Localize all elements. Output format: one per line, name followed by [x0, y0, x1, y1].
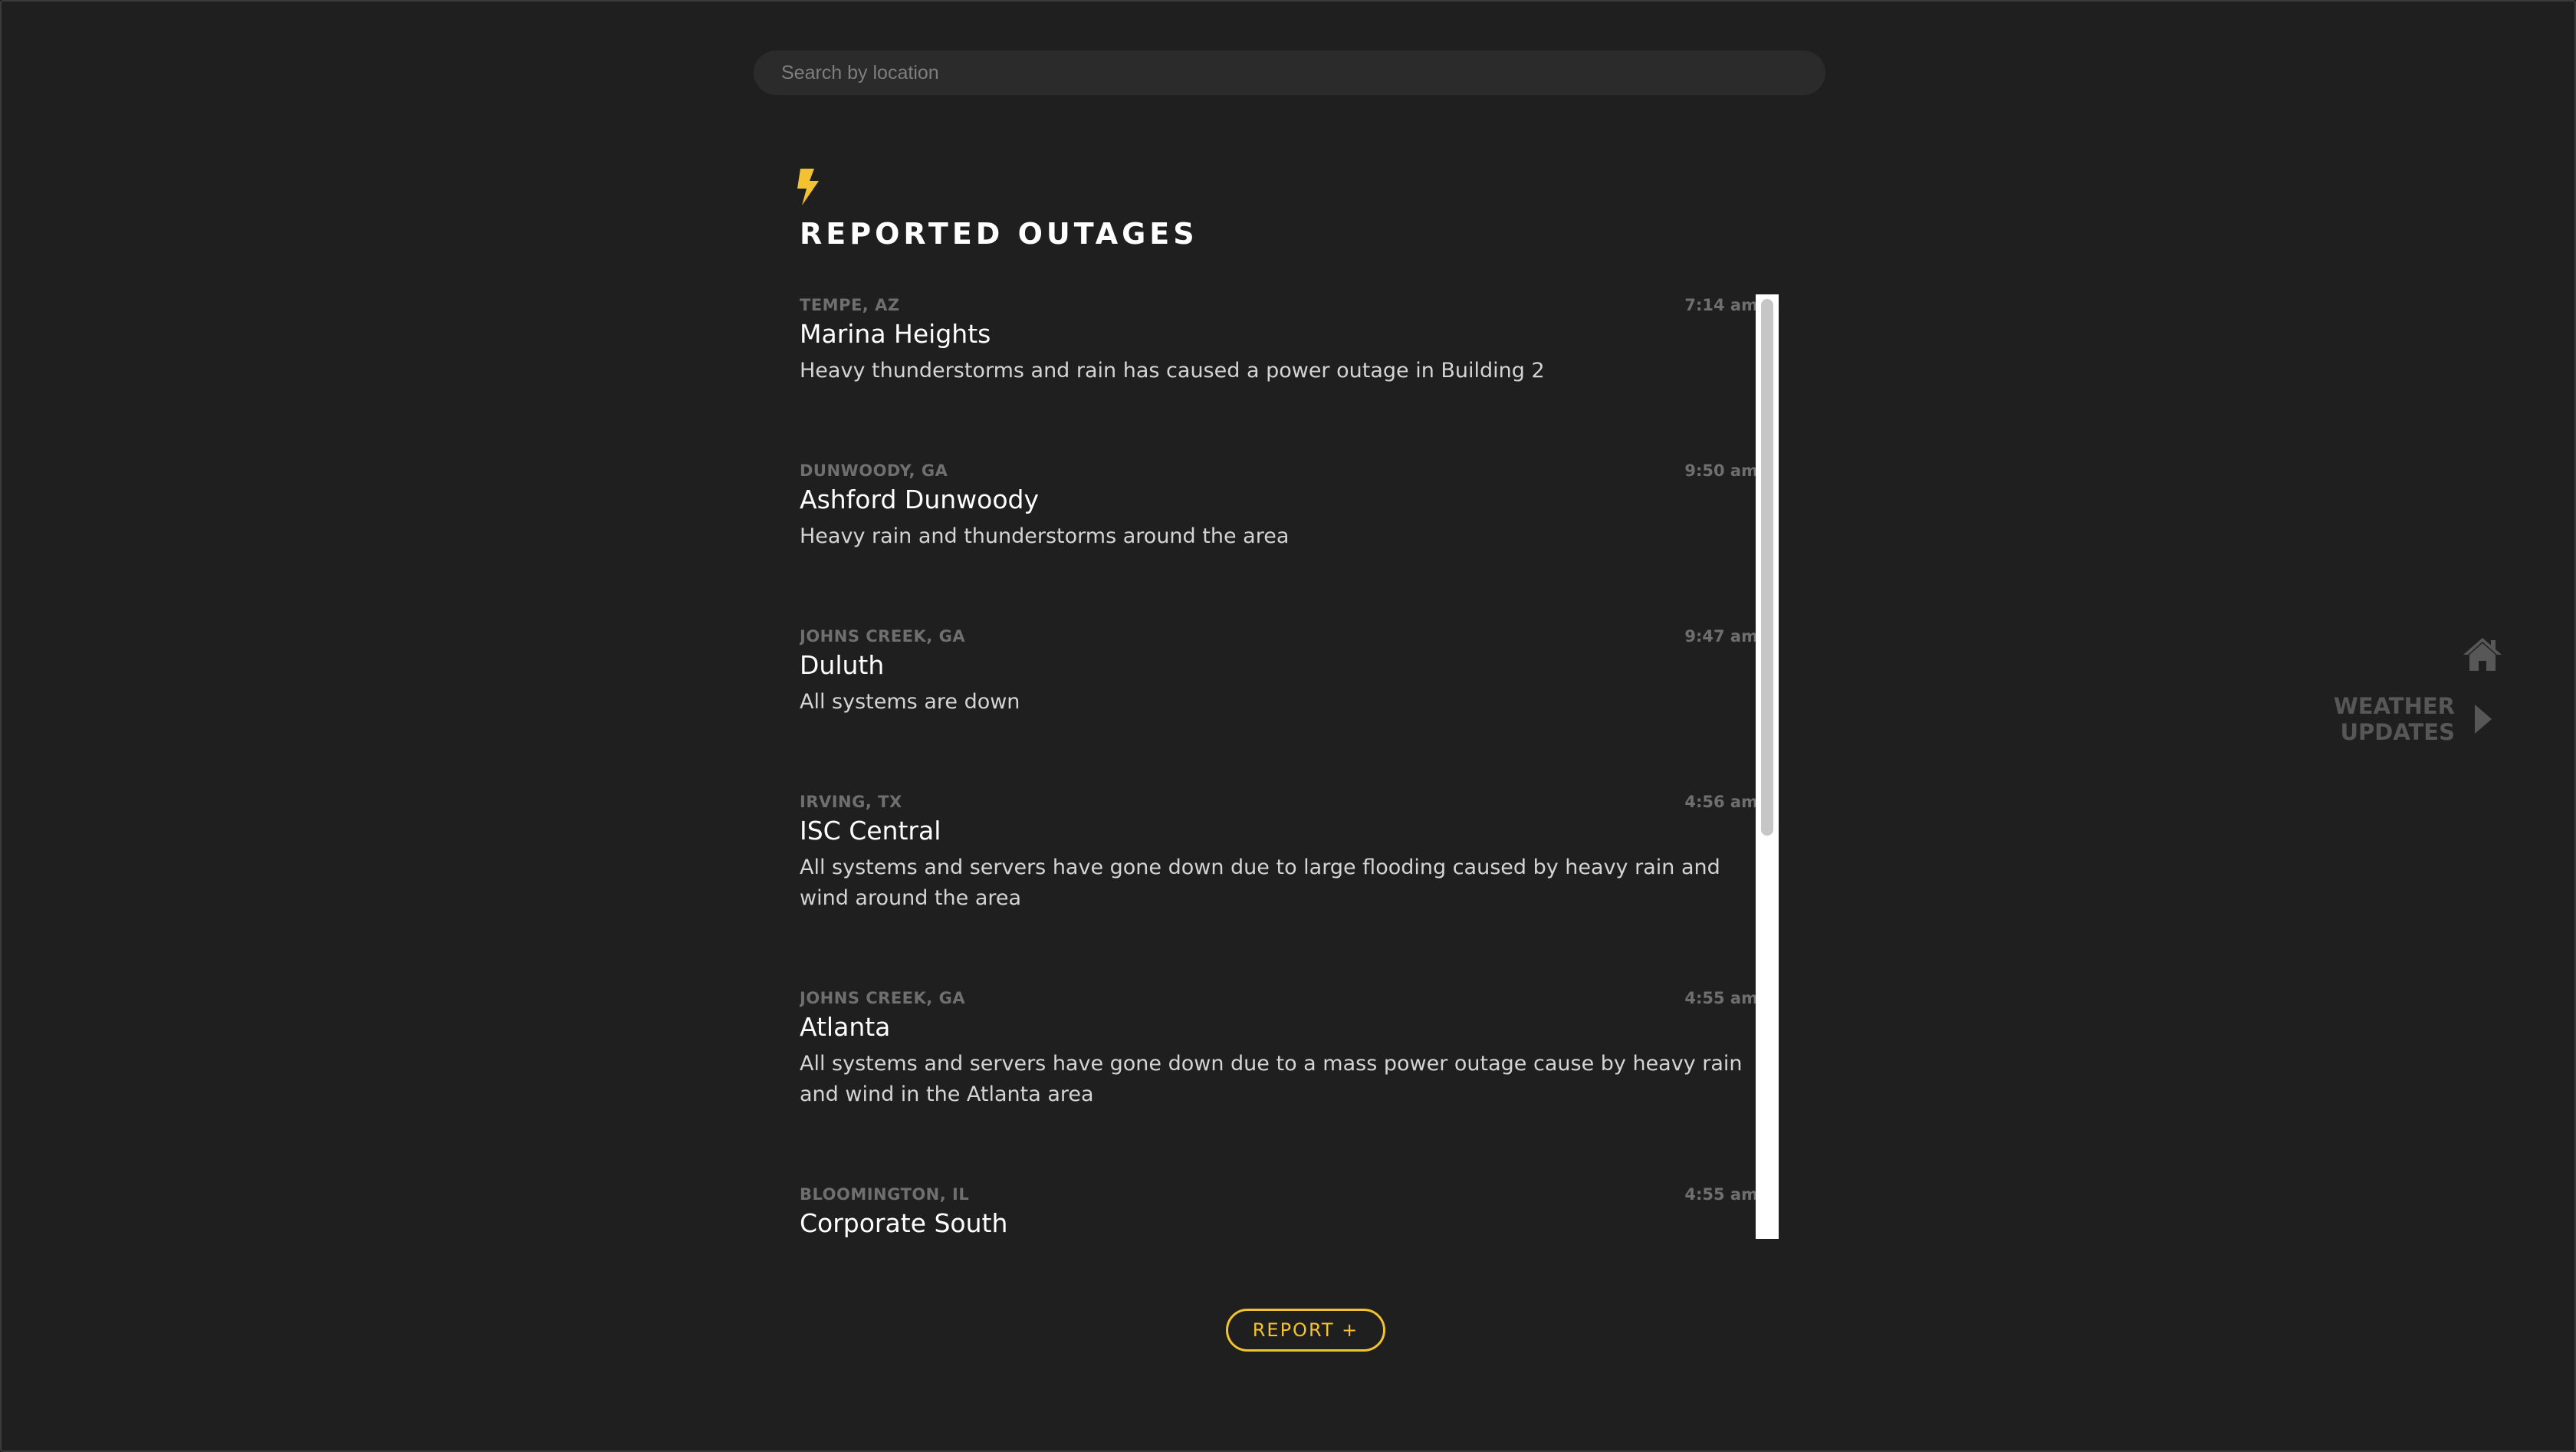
outage-name: Marina Heights	[800, 319, 991, 349]
outage-time: 9:47 am	[1684, 627, 1758, 646]
outage-time: 4:56 am	[1684, 793, 1758, 811]
report-button[interactable]: REPORT +	[1226, 1309, 1385, 1352]
outage-list-container: TEMPE, AZ 7:14 am Marina Heights Heavy t…	[800, 294, 1779, 1239]
outage-name: Duluth	[800, 650, 885, 680]
outage-location: JOHNS CREEK, GA	[800, 627, 966, 646]
page-title: REPORTED OUTAGES	[800, 217, 1198, 251]
outage-name: Atlanta	[800, 1012, 891, 1042]
outage-time: 4:55 am	[1684, 989, 1758, 1007]
scrollbar-thumb[interactable]	[1761, 299, 1773, 836]
home-icon[interactable]	[2463, 636, 2502, 672]
outage-description: All systems are down	[800, 690, 1020, 714]
outage-description: Heavy rain and thunderstorms around the …	[800, 524, 1290, 548]
outage-location: JOHNS CREEK, GA	[800, 989, 966, 1007]
app-frame: REPORTED OUTAGES TEMPE, AZ 7:14 am Marin…	[0, 0, 2576, 1452]
outage-name: Ashford Dunwoody	[800, 485, 1040, 514]
outage-description: Heavy thunderstorms and rain has caused …	[800, 359, 1545, 383]
outage-description: All systems and servers have gone down d…	[800, 1052, 1743, 1106]
outage-time: 4:55 am	[1684, 1185, 1758, 1204]
outage-time: 7:14 am	[1684, 296, 1758, 314]
outage-location: TEMPE, AZ	[800, 296, 900, 314]
outage-list[interactable]: TEMPE, AZ 7:14 am Marina Heights Heavy t…	[800, 294, 1758, 1239]
outage-name: Corporate South	[800, 1208, 1008, 1238]
outage-location: IRVING, TX	[800, 793, 902, 811]
weather-updates-label: WEATHER UPDATES	[2333, 693, 2455, 745]
weather-updates-link[interactable]: WEATHER UPDATES	[2325, 693, 2492, 745]
outage-time: 9:50 am	[1684, 462, 1758, 480]
outage-description: All systems and servers have gone down d…	[800, 856, 1720, 910]
lightning-bolt-icon	[797, 169, 819, 205]
list-scrollbar[interactable]	[1756, 294, 1779, 1239]
outage-location: DUNWOODY, GA	[800, 462, 948, 480]
outage-location: BLOOMINGTON, IL	[800, 1185, 970, 1204]
search-bar[interactable]	[754, 51, 1825, 95]
search-input[interactable]	[780, 61, 1799, 85]
play-triangle-icon	[2475, 705, 2492, 734]
outage-name: ISC Central	[800, 816, 941, 846]
